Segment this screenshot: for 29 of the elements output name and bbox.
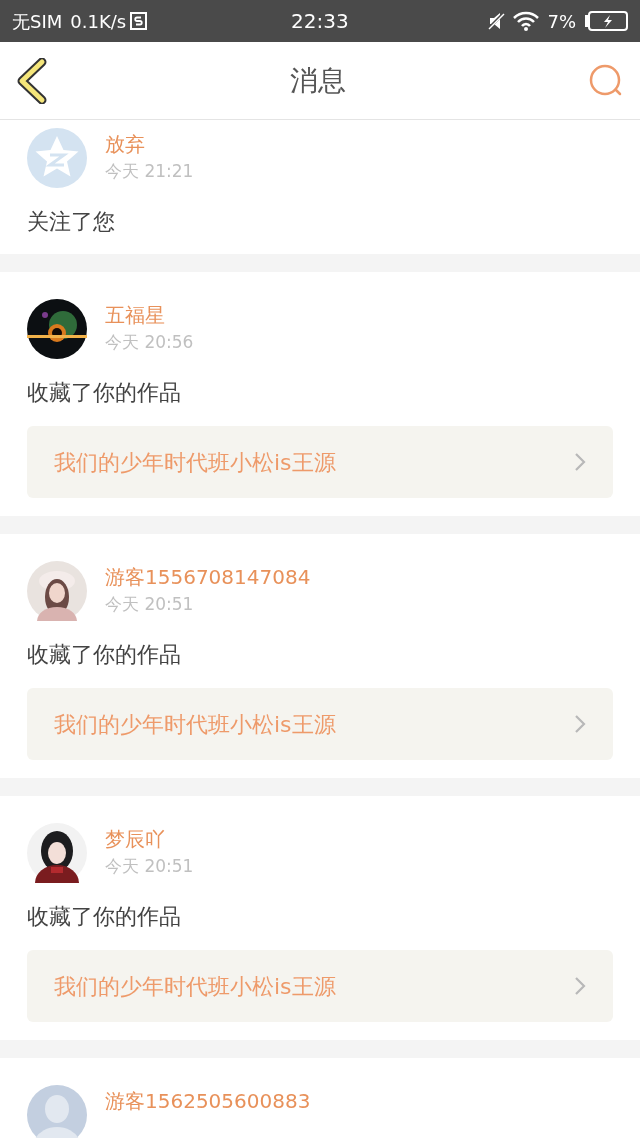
carrier-text: 无SIM [12,9,63,34]
message-time: 今天 21:21 [105,160,194,183]
clock: 22:33 [291,8,349,35]
user-name[interactable]: 五福星 [105,301,194,329]
user-name[interactable]: 梦辰吖 [105,825,194,853]
work-link[interactable]: 我们的少年时代班小松is王源 [27,950,613,1022]
chevron-right-icon [574,976,586,996]
s-app-icon [130,12,148,30]
chevron-right-icon [574,714,586,734]
chevron-right-icon [574,452,586,472]
page-title: 消息 [290,62,346,99]
battery-percent: 7% [547,9,576,34]
user-name[interactable]: 游客1556708147084 [105,563,311,591]
battery-icon [584,11,628,31]
message-text: 收藏了你的作品 [27,903,182,931]
message-time: 今天 20:51 [105,593,195,616]
message-text: 关注了您 [27,208,116,236]
message-time: 今天 20:56 [105,331,194,354]
user-name[interactable]: 放弃 [105,130,194,158]
work-link[interactable]: 我们的少年时代班小松is王源 [27,426,613,498]
work-link[interactable]: 我们的少年时代班小松is王源 [27,688,613,760]
back-icon[interactable] [16,57,48,104]
wifi-icon [513,11,540,31]
user-name[interactable]: 游客1562505600883 [105,1087,311,1115]
message-time: 今天 20:51 [105,855,194,878]
message-text: 收藏了你的作品 [27,379,182,407]
mute-icon [487,12,506,30]
network-speed: 0.1K/s [70,9,127,34]
message-text: 收藏了你的作品 [27,641,182,669]
